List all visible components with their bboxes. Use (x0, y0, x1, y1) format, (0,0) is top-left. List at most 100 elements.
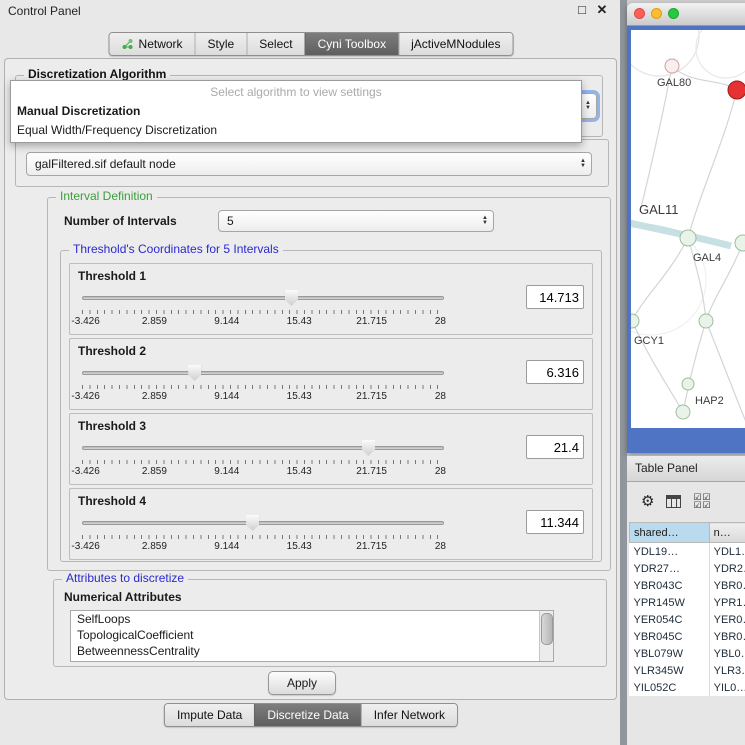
node-label-gal11: GAL11 (639, 202, 679, 217)
popup-item-placeholder: Select algorithm to view settings (11, 83, 581, 102)
network-node[interactable] (665, 59, 679, 73)
node-label-gcy1: GCY1 (634, 335, 664, 347)
table-row[interactable]: YIL052CYIL0… (630, 679, 745, 696)
threshold-4-label: Threshold 4 (78, 494, 146, 508)
gear-icon[interactable]: ⚙ (641, 494, 654, 509)
slider-tick-marks (82, 310, 444, 314)
combo-stepper-icon: ▲▼ (580, 159, 586, 169)
slider-tick-marks (82, 385, 444, 389)
column-header-shared[interactable]: shared… (630, 523, 710, 543)
select-columns-icon[interactable]: ☑☑☑☑ (693, 493, 711, 509)
threshold-3-label: Threshold 3 (78, 419, 146, 433)
popup-item-manual-discretization[interactable]: Manual Discretization (11, 102, 581, 121)
table-row[interactable]: YLR345WYLR3… (630, 662, 745, 679)
panel-splitter[interactable] (620, 0, 627, 745)
table-header-row: shared… n… (630, 523, 745, 543)
node-label-gal80: GAL80 (657, 77, 691, 89)
tab-infer-network[interactable]: Infer Network (361, 704, 457, 726)
list-item[interactable]: SelfLoops (71, 611, 553, 627)
table-row[interactable]: YER054CYER0… (630, 611, 745, 628)
column-header-name[interactable]: n… (709, 523, 745, 543)
network-node[interactable] (682, 378, 694, 390)
list-item[interactable]: BetweennessCentrality (71, 643, 553, 659)
threshold-1-label: Threshold 1 (78, 269, 146, 283)
tab-jactivemnodules[interactable]: jActiveMNodules (398, 33, 512, 55)
table-row[interactable]: YPR145WYPR1… (630, 594, 745, 611)
network-node-selected[interactable] (728, 81, 745, 99)
slider-thumb[interactable] (362, 440, 375, 456)
threshold-3-slider[interactable]: -3.4262.8599.14415.4321.71528 (82, 438, 444, 480)
bottom-tabbar: Impute Data Discretize Data Infer Networ… (164, 703, 458, 727)
control-panel-titlebar: Control Panel □ ✕ (0, 0, 620, 22)
slider-thumb[interactable] (246, 515, 259, 531)
tab-cyni-toolbox[interactable]: Cyni Toolbox (305, 33, 398, 55)
zoom-traffic-light-icon[interactable] (668, 8, 679, 19)
table-panel-header: Table Panel (627, 456, 745, 482)
close-traffic-light-icon[interactable] (634, 8, 645, 19)
network-canvas[interactable]: GAL80 GAL11 GAL4 GCY1 HAP2 (631, 30, 745, 428)
threshold-2-label: Threshold 2 (78, 344, 146, 358)
tab-select[interactable]: Select (246, 33, 304, 55)
list-scrollbar[interactable] (539, 611, 553, 661)
slider-tick-labels: -3.4262.8599.14415.4321.71528 (82, 391, 444, 403)
float-window-icon[interactable]: □ (574, 2, 590, 17)
slider-tick-labels: -3.4262.8599.14415.4321.71528 (82, 466, 444, 478)
table-panel-title: Table Panel (635, 461, 698, 475)
network-node[interactable] (735, 235, 745, 251)
threshold-1-value-field[interactable] (526, 285, 584, 309)
list-item[interactable]: TopologicalCoefficient (71, 627, 553, 643)
tab-jactivemnodules-label: jActiveMNodules (411, 37, 500, 51)
node-attribute-table: shared… n… YDL19…YDL1… YDR27…YDR2… YBR04… (629, 522, 745, 696)
table-row[interactable]: YBR045CYBR0… (630, 628, 745, 645)
network-view-window: GAL80 GAL11 GAL4 GCY1 HAP2 (627, 3, 745, 453)
threshold-2-value-field[interactable] (526, 360, 584, 384)
slider-tick-marks (82, 535, 444, 539)
slider-thumb[interactable] (285, 290, 298, 306)
table-data-combo-value: galFiltered.sif default node (35, 157, 176, 171)
slider-track[interactable] (82, 371, 444, 375)
table-row[interactable]: YBR043CYBR0… (630, 577, 745, 594)
slider-track[interactable] (82, 446, 444, 450)
columns-icon[interactable] (666, 495, 681, 508)
interval-definition-group: Interval Definition Number of Intervals … (47, 197, 611, 571)
tab-select-label: Select (259, 37, 292, 51)
popup-item-equal-width-frequency[interactable]: Equal Width/Frequency Discretization (11, 121, 581, 140)
table-data-combo[interactable]: galFiltered.sif default node ▲▼ (26, 152, 592, 176)
tab-style[interactable]: Style (195, 33, 247, 55)
table-panel-body: ⚙ ☑☑☑☑ shared… n… YDL19…YDL1… YDR27…YDR2… (627, 482, 745, 745)
network-node[interactable] (699, 314, 713, 328)
tab-network[interactable]: Network (110, 33, 195, 55)
network-node[interactable] (631, 314, 639, 328)
slider-track[interactable] (82, 521, 444, 525)
tab-discretize-data[interactable]: Discretize Data (254, 704, 360, 726)
threshold-3-value-field[interactable] (526, 435, 584, 459)
numerical-attributes-heading: Numerical Attributes (64, 590, 182, 604)
apply-button[interactable]: Apply (268, 671, 336, 695)
network-node[interactable] (676, 405, 690, 419)
scrollbar-thumb[interactable] (541, 613, 553, 645)
tab-impute-data-label: Impute Data (177, 708, 242, 722)
threshold-2-slider[interactable]: -3.4262.8599.14415.4321.71528 (82, 363, 444, 405)
table-panel-toolbar: ⚙ ☑☑☑☑ (627, 486, 745, 516)
threshold-4-value-field[interactable] (526, 510, 584, 534)
table-row[interactable]: YDL19…YDL1… (630, 543, 745, 561)
network-node[interactable] (680, 230, 696, 246)
attributes-group: Attributes to discretize Numerical Attri… (53, 579, 607, 667)
network-window-titlebar[interactable] (627, 3, 745, 26)
attributes-group-title: Attributes to discretize (62, 571, 188, 585)
tab-network-label: Network (139, 37, 183, 51)
slider-thumb[interactable] (188, 365, 201, 381)
number-of-intervals-combo[interactable]: 5 ▲▼ (218, 210, 494, 232)
minimize-traffic-light-icon[interactable] (651, 8, 662, 19)
table-row[interactable]: YBL079WYBL0… (630, 645, 745, 662)
tab-cyni-toolbox-label: Cyni Toolbox (318, 37, 386, 51)
threshold-4-slider[interactable]: -3.4262.8599.14415.4321.71528 (82, 513, 444, 555)
close-window-icon[interactable]: ✕ (594, 2, 610, 18)
tab-impute-data[interactable]: Impute Data (165, 704, 254, 726)
threshold-1-slider[interactable]: -3.4262.8599.14415.4321.71528 (82, 288, 444, 330)
table-row[interactable]: YDR27…YDR2… (630, 560, 745, 577)
control-panel: Control Panel □ ✕ Network Style Select C… (0, 0, 620, 745)
slider-track[interactable] (82, 296, 444, 300)
threshold-4-box: Threshold 4 -3.4262.8599.14415.4321.7152… (69, 488, 593, 560)
numerical-attributes-list: SelfLoops TopologicalCoefficient Between… (70, 610, 554, 662)
